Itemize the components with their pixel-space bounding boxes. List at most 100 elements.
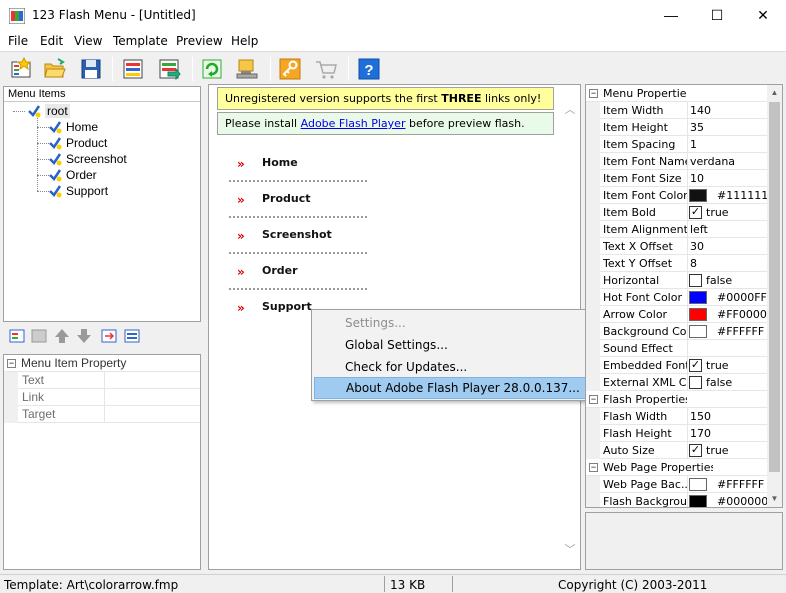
delete-item-icon[interactable]: [30, 327, 48, 345]
prop-item-font-color[interactable]: Item Font Color #111111: [586, 187, 768, 204]
check-node-icon: [28, 105, 41, 118]
menu-properties-category[interactable]: − Menu Properties: [586, 85, 767, 102]
prop-arrow-color[interactable]: Arrow Color #FF0000: [586, 306, 767, 323]
color-swatch[interactable]: [689, 325, 707, 338]
flash-menu-item-screenshot[interactable]: » Screenshot: [229, 219, 369, 255]
register-icon[interactable]: [277, 56, 303, 82]
template-icon[interactable]: [120, 56, 146, 82]
preview-icon[interactable]: [199, 56, 225, 82]
prop-text-y-offset[interactable]: Text Y Offset 8: [586, 255, 767, 272]
prop-text-x-offset[interactable]: Text X Offset 30: [586, 238, 767, 255]
color-swatch[interactable]: [689, 189, 707, 202]
tree-item-root[interactable]: root: [27, 103, 70, 119]
checkbox-unchecked[interactable]: [689, 274, 702, 287]
scroll-thumb[interactable]: [769, 102, 780, 472]
prop-auto-size[interactable]: Auto Size ✓ true: [586, 442, 767, 459]
prop-external-xml[interactable]: External XML C...false: [586, 374, 767, 391]
minimize-button[interactable]: —: [648, 0, 694, 30]
property-target[interactable]: Target: [4, 406, 200, 423]
menu-view[interactable]: View: [74, 34, 102, 48]
color-swatch[interactable]: [689, 291, 707, 304]
prop-web-page-background[interactable]: Web Page Bac... #FFFFFF: [586, 476, 767, 493]
scroll-up-icon[interactable]: ▲: [767, 85, 782, 101]
prop-flash-width[interactable]: Flash Width 150: [586, 408, 767, 425]
prop-item-height[interactable]: Item Height 35: [586, 119, 767, 136]
prop-flash-height[interactable]: Flash Height 170: [586, 425, 767, 442]
checkbox-checked[interactable]: ✓: [689, 206, 702, 219]
close-button[interactable]: ✕: [740, 0, 786, 30]
add-item-icon[interactable]: [8, 327, 26, 345]
open-icon[interactable]: [42, 56, 68, 82]
color-swatch[interactable]: [689, 308, 707, 321]
move-up-icon[interactable]: [53, 327, 71, 345]
menu-help[interactable]: Help: [231, 34, 258, 48]
collapse-icon[interactable]: −: [7, 359, 16, 368]
buy-icon[interactable]: [313, 56, 339, 82]
ctx-check-updates[interactable]: Check for Updates...: [314, 356, 595, 378]
prop-item-font-name[interactable]: Item Font Name verdana: [586, 153, 767, 170]
menu-item-property-grid: − Menu Item Property Text Link Target: [3, 354, 201, 570]
maximize-button[interactable]: ☐: [694, 0, 740, 30]
checkbox-checked[interactable]: ✓: [689, 444, 702, 457]
chevron-up-icon[interactable]: ︿: [564, 101, 576, 116]
property-link[interactable]: Link: [4, 389, 200, 406]
menu-edit[interactable]: Edit: [40, 34, 63, 48]
tree-item-product[interactable]: Product: [48, 135, 107, 151]
publish-icon[interactable]: [234, 56, 260, 82]
flash-menu-item-product[interactable]: » Product: [229, 183, 369, 219]
tree-item-label: Order: [66, 168, 97, 182]
prop-item-spacing[interactable]: Item Spacing 1: [586, 136, 767, 153]
move-down-icon[interactable]: [75, 327, 93, 345]
chevron-down-icon[interactable]: ﹀: [564, 541, 576, 556]
indent-icon[interactable]: [100, 327, 118, 345]
ctx-about-flash[interactable]: About Adobe Flash Player 28.0.0.137...: [314, 377, 595, 399]
new-icon[interactable]: [8, 56, 34, 82]
property-text[interactable]: Text: [4, 372, 200, 389]
flash-properties-category[interactable]: − Flash Properties: [586, 391, 767, 408]
prop-item-width[interactable]: Item Width 140: [586, 102, 767, 119]
prop-embedded-font[interactable]: Embedded Font ✓ true: [586, 357, 767, 374]
toolbar-separator: [192, 57, 193, 81]
ctx-global-settings[interactable]: Global Settings...: [314, 334, 595, 356]
property-description-panel: [585, 512, 783, 570]
flash-player-link[interactable]: Adobe Flash Player: [301, 117, 406, 130]
scroll-down-icon[interactable]: ▼: [767, 491, 782, 507]
outdent-icon[interactable]: [123, 327, 141, 345]
checkbox-checked[interactable]: ✓: [689, 359, 702, 372]
color-swatch[interactable]: [689, 495, 707, 507]
prop-hot-font-color[interactable]: Hot Font Color #0000FF: [586, 289, 767, 306]
check-node-icon: [49, 137, 62, 150]
flash-menu-item-order[interactable]: » Order: [229, 255, 369, 291]
collapse-icon[interactable]: −: [589, 89, 598, 98]
tree-item-support[interactable]: Support: [48, 183, 108, 199]
menu-items-panel: Menu Items root Home Product Screenshot …: [3, 86, 201, 322]
export-icon[interactable]: [156, 56, 182, 82]
color-swatch[interactable]: [689, 478, 707, 491]
tree-item-screenshot[interactable]: Screenshot: [48, 151, 127, 167]
item-property-header: − Menu Item Property: [4, 355, 200, 372]
app-icon: [9, 8, 25, 24]
ctx-settings[interactable]: Settings...: [314, 312, 595, 334]
flash-menu-item-home[interactable]: » Home: [229, 147, 369, 183]
prop-background-color[interactable]: Background Co...#FFFFFF: [586, 323, 767, 340]
prop-sound-effect[interactable]: Sound Effect: [586, 340, 767, 357]
menu-template[interactable]: Template: [113, 34, 168, 48]
collapse-icon[interactable]: −: [589, 463, 598, 472]
check-node-icon: [49, 169, 62, 182]
prop-flash-background[interactable]: Flash Backgrou...#000000: [586, 493, 768, 507]
tree-item-order[interactable]: Order: [48, 167, 97, 183]
prop-horizontal[interactable]: Horizontal false: [586, 272, 767, 289]
help-icon[interactable]: ?: [356, 56, 382, 82]
property-scrollbar[interactable]: ▲ ▼: [767, 85, 782, 507]
checkbox-unchecked[interactable]: [689, 376, 702, 389]
menu-preview[interactable]: Preview: [176, 34, 223, 48]
web-page-properties-category[interactable]: − Web Page Properties: [586, 459, 767, 476]
item-divider: [229, 216, 367, 218]
tree-item-home[interactable]: Home: [48, 119, 98, 135]
save-icon[interactable]: [78, 56, 104, 82]
prop-item-alignment[interactable]: Item Alignment left: [586, 221, 767, 238]
prop-item-bold[interactable]: Item Bold ✓ true: [586, 204, 767, 221]
collapse-icon[interactable]: −: [589, 395, 598, 404]
prop-item-font-size[interactable]: Item Font Size 10: [586, 170, 767, 187]
menu-file[interactable]: File: [8, 34, 28, 48]
